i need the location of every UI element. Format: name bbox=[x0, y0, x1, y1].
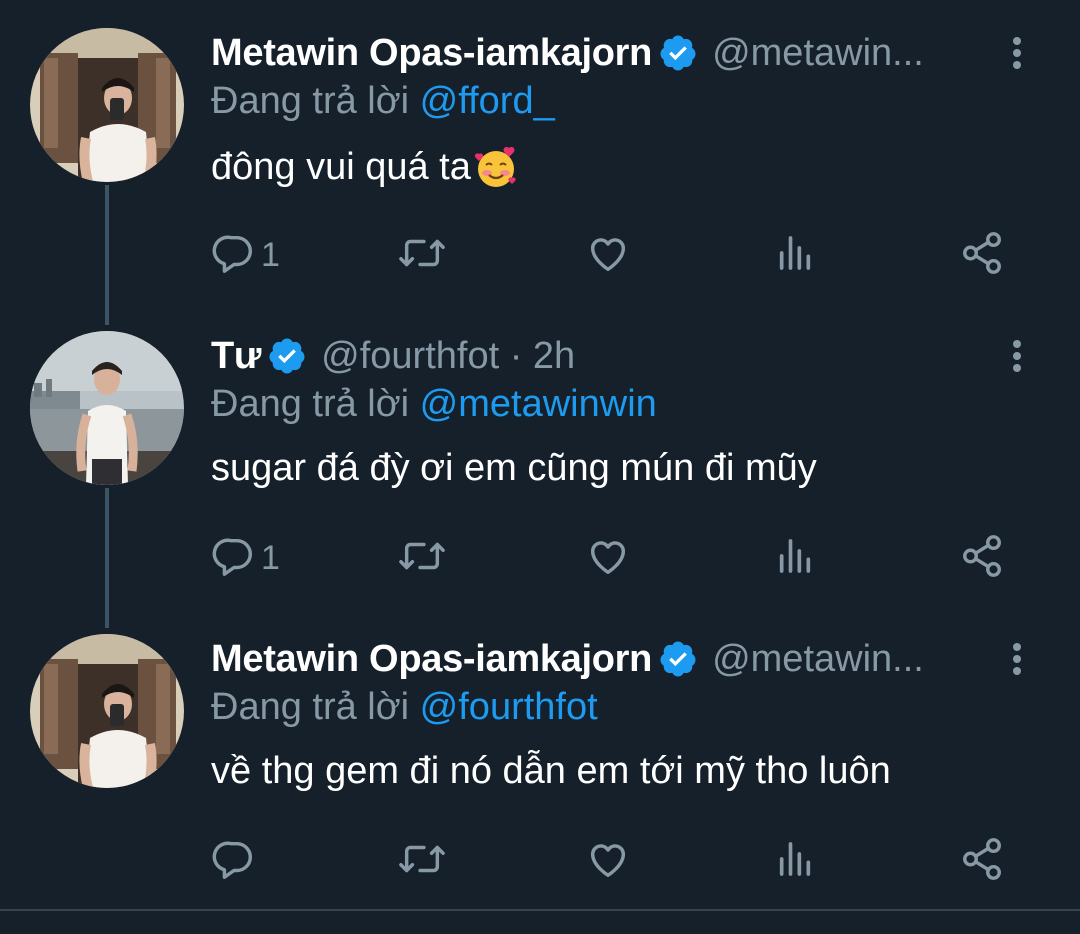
like-button[interactable] bbox=[585, 230, 631, 280]
analytics-icon bbox=[775, 233, 815, 278]
tweet-text: đông vui quá ta bbox=[211, 144, 519, 190]
analytics-icon bbox=[775, 839, 815, 884]
analytics-button[interactable] bbox=[775, 836, 815, 886]
like-icon bbox=[585, 533, 631, 584]
author-handle[interactable]: @metawin... bbox=[712, 32, 924, 75]
share-button[interactable] bbox=[959, 230, 1005, 280]
divider bbox=[0, 909, 1080, 911]
reply-context: Đang trả lời @fford_ bbox=[211, 80, 555, 123]
like-button[interactable] bbox=[585, 533, 631, 583]
analytics-button[interactable] bbox=[775, 230, 815, 280]
tweet[interactable]: Metawin Opas-iamkajorn @metawin... Đang … bbox=[0, 634, 1080, 934]
author-handle[interactable]: @metawin... bbox=[712, 638, 924, 681]
retweet-icon bbox=[397, 230, 447, 281]
tweet-actions: 1 bbox=[211, 533, 1011, 583]
smiling-face-with-hearts-emoji-icon bbox=[473, 144, 519, 190]
retweet-button[interactable] bbox=[397, 836, 447, 886]
reply-count: 1 bbox=[261, 538, 280, 577]
author-handle[interactable]: @fourthfot · 2h bbox=[321, 335, 575, 378]
reply-prefix: Đang trả lời bbox=[211, 80, 410, 122]
share-button[interactable] bbox=[959, 836, 1005, 886]
tweet[interactable]: Tư @fourthfot · 2h Đang trả lời @metawin… bbox=[0, 331, 1080, 631]
tweet-text: về thg gem đi nó dẫn em tới mỹ tho luôn bbox=[211, 750, 891, 793]
verified-badge-icon bbox=[658, 639, 698, 679]
reply-mention-link[interactable]: @fourthfot bbox=[420, 686, 598, 728]
reply-count: 1 bbox=[261, 235, 280, 274]
tweet-body: đông vui quá ta bbox=[211, 145, 471, 188]
verified-badge-icon bbox=[658, 33, 698, 73]
reply-prefix: Đang trả lời bbox=[211, 686, 410, 728]
retweet-button[interactable] bbox=[397, 533, 447, 583]
like-icon bbox=[585, 230, 631, 281]
more-options-icon[interactable] bbox=[1000, 634, 1034, 684]
avatar[interactable] bbox=[30, 331, 184, 485]
reply-icon bbox=[211, 230, 257, 281]
reply-icon bbox=[211, 533, 257, 584]
tweet-actions bbox=[211, 836, 1011, 886]
retweet-icon bbox=[397, 836, 447, 887]
tweet-body: sugar đá đỳ ơi em cũng mún đi mũy bbox=[211, 447, 817, 489]
more-options-icon[interactable] bbox=[1000, 28, 1034, 78]
tweet-body: về thg gem đi nó dẫn em tới mỹ tho luôn bbox=[211, 750, 891, 792]
reply-mention-link[interactable]: @metawinwin bbox=[420, 383, 657, 425]
reply-context: Đang trả lời @fourthfot bbox=[211, 686, 598, 729]
share-icon bbox=[959, 533, 1005, 584]
reply-button[interactable]: 1 bbox=[211, 230, 280, 280]
tweet[interactable]: Metawin Opas-iamkajorn @metawin... Đang … bbox=[0, 28, 1080, 328]
reply-icon bbox=[211, 836, 257, 887]
author-name[interactable]: Metawin Opas-iamkajorn bbox=[211, 638, 652, 681]
reply-prefix: Đang trả lời bbox=[211, 383, 410, 425]
author-name[interactable]: Metawin Opas-iamkajorn bbox=[211, 32, 652, 75]
reply-mention-link[interactable]: @fford_ bbox=[420, 80, 555, 122]
retweet-icon bbox=[397, 533, 447, 584]
verified-badge-icon bbox=[267, 336, 307, 376]
reply-button[interactable] bbox=[211, 836, 261, 886]
tweet-text: sugar đá đỳ ơi em cũng mún đi mũy bbox=[211, 447, 817, 490]
share-icon bbox=[959, 230, 1005, 281]
like-icon bbox=[585, 836, 631, 887]
like-button[interactable] bbox=[585, 836, 631, 886]
reply-button[interactable]: 1 bbox=[211, 533, 280, 583]
more-options-icon[interactable] bbox=[1000, 331, 1034, 381]
share-icon bbox=[959, 836, 1005, 887]
analytics-icon bbox=[775, 536, 815, 581]
avatar[interactable] bbox=[30, 28, 184, 182]
share-button[interactable] bbox=[959, 533, 1005, 583]
reply-context: Đang trả lời @metawinwin bbox=[211, 383, 657, 426]
avatar[interactable] bbox=[30, 634, 184, 788]
author-name[interactable]: Tư bbox=[211, 335, 261, 378]
analytics-button[interactable] bbox=[775, 533, 815, 583]
retweet-button[interactable] bbox=[397, 230, 447, 280]
tweet-actions: 1 bbox=[211, 230, 1011, 280]
